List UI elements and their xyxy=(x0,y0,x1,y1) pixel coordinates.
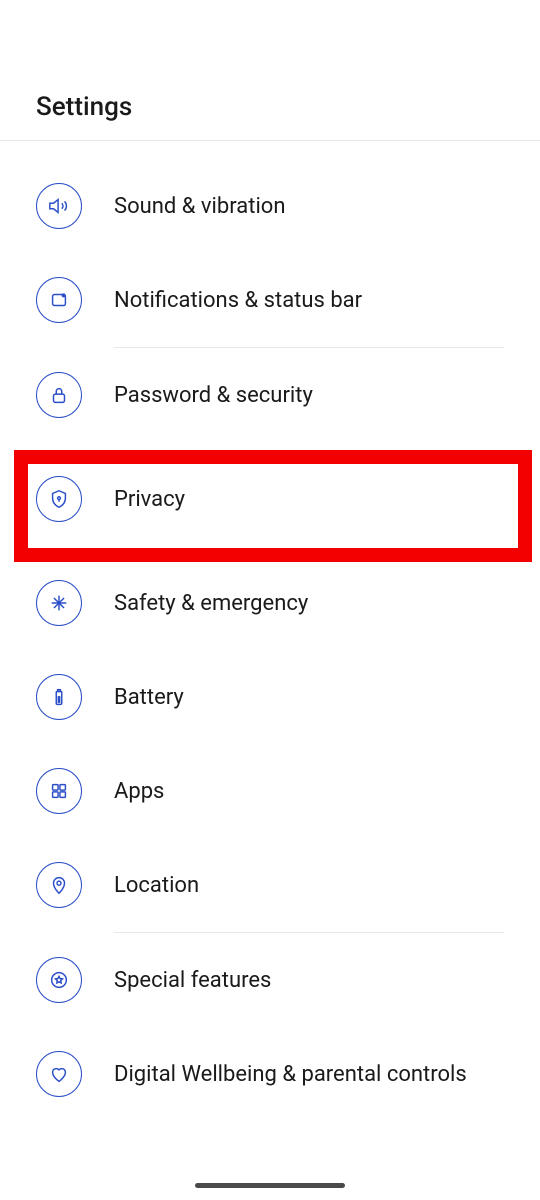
settings-item-sound[interactable]: Sound & vibration xyxy=(0,159,540,253)
nav-handle[interactable] xyxy=(195,1183,345,1188)
settings-item-privacy[interactable]: Privacy xyxy=(0,442,540,556)
settings-header: Settings xyxy=(0,0,540,141)
item-label: Notifications & status bar xyxy=(114,288,362,313)
emergency-icon xyxy=(36,580,82,626)
item-label: Battery xyxy=(114,685,184,710)
item-label: Apps xyxy=(114,779,164,804)
privacy-shield-icon xyxy=(36,476,82,522)
item-label: Safety & emergency xyxy=(114,591,308,616)
item-label: Sound & vibration xyxy=(114,194,286,219)
page-title: Settings xyxy=(36,92,504,122)
star-circle-icon xyxy=(36,957,82,1003)
item-label: Password & security xyxy=(114,383,313,408)
settings-item-location[interactable]: Location xyxy=(0,838,540,932)
lock-icon xyxy=(36,372,82,418)
battery-icon xyxy=(36,674,82,720)
volume-icon xyxy=(36,183,82,229)
item-label: Privacy xyxy=(114,487,185,512)
item-label: Location xyxy=(114,873,199,898)
settings-item-password[interactable]: Password & security xyxy=(0,348,540,442)
settings-list: Sound & vibration Notifications & status… xyxy=(0,141,540,1121)
settings-item-special[interactable]: Special features xyxy=(0,933,540,1027)
settings-item-notifications[interactable]: Notifications & status bar xyxy=(0,253,540,347)
heart-icon xyxy=(36,1051,82,1097)
location-pin-icon xyxy=(36,862,82,908)
settings-item-wellbeing[interactable]: Digital Wellbeing & parental controls xyxy=(0,1027,540,1121)
settings-item-battery[interactable]: Battery xyxy=(0,650,540,744)
item-label: Digital Wellbeing & parental controls xyxy=(114,1062,467,1087)
settings-item-safety[interactable]: Safety & emergency xyxy=(0,556,540,650)
item-label: Special features xyxy=(114,968,271,993)
notification-icon xyxy=(36,277,82,323)
apps-grid-icon xyxy=(36,768,82,814)
settings-item-apps[interactable]: Apps xyxy=(0,744,540,838)
